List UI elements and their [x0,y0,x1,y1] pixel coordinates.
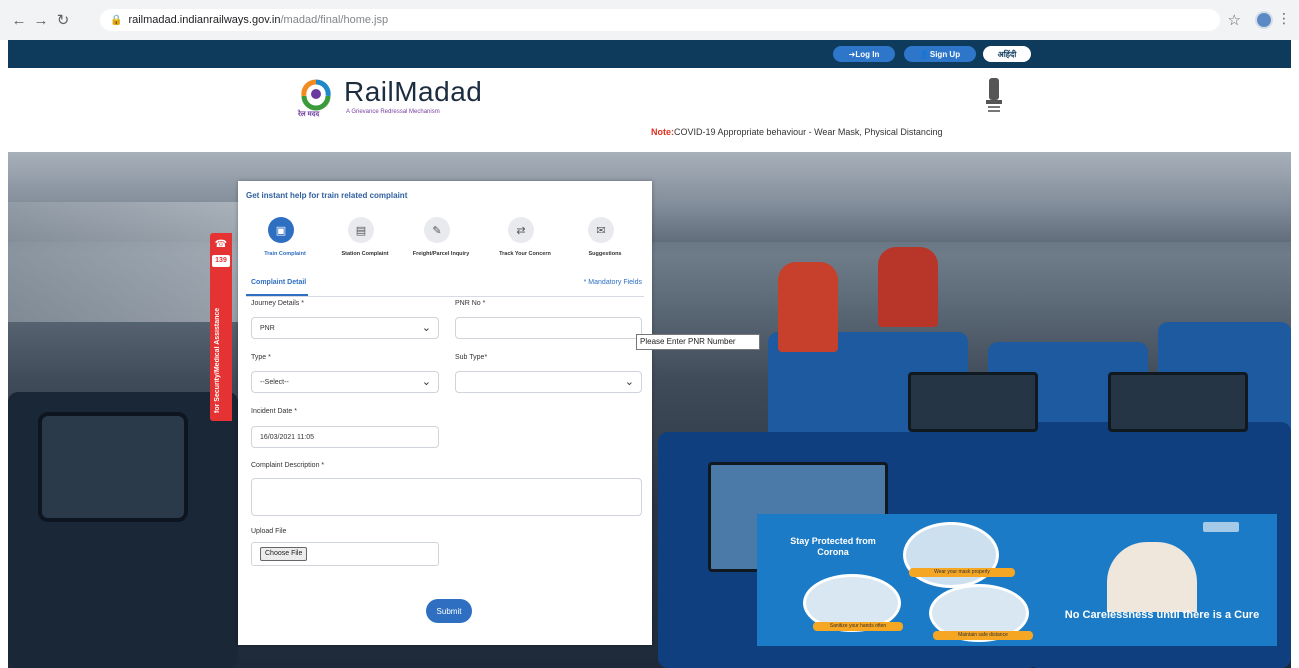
parcel-icon: ✎ [424,217,450,243]
pnr-input[interactable] [455,317,642,339]
note-text: COVID-19 Appropriate behaviour - Wear Ma… [674,127,943,137]
banner-portrait [1107,542,1197,612]
incident-date-input[interactable]: 16/03/2021 11:05 [251,426,439,448]
mask-image [903,522,999,588]
banner-emblem-icon [1203,522,1239,532]
banner-right-text: No Carelessness until there is a Cure [1064,609,1260,621]
complaint-card: Get instant help for train related compl… [238,181,652,645]
phone-icon: ☎ [214,239,228,250]
hindi-label: हिंदी [1003,49,1017,59]
reload-icon[interactable]: ↻ [52,9,74,31]
choose-file-button[interactable]: Choose File [260,547,308,561]
banner-caption: Sanitize your hands often [813,622,903,631]
date-label: Incident Date * [251,408,297,415]
signup-label: Sign Up [929,49,961,59]
banner-caption: Wear your mask properly [909,568,1015,577]
seat-screen [38,412,188,522]
brand-name: RailMadad [344,76,483,107]
passenger [878,247,938,327]
signup-button[interactable]: 👤 Sign Up [904,46,976,62]
subtype-select[interactable] [455,371,642,393]
card-title: Get instant help for train related compl… [246,191,408,200]
subtype-label: Sub Type* [455,354,488,361]
tab-label: Train Complaint [264,251,306,257]
seat-screen [1108,372,1248,432]
covid-awareness-banner[interactable]: Stay Protected from Corona Wear your mas… [757,514,1277,646]
tab-station-complaint[interactable]: ▤ Station Complaint [330,211,400,267]
site-header: रेल मदद RailMadad A Grievance Redressal … [8,68,1291,152]
lock-icon: 🔒 [110,14,123,26]
url-host: railmadad.indianrailways.gov.in [128,14,281,26]
description-textarea[interactable] [251,478,642,516]
back-arrow-icon[interactable]: ← [8,9,30,31]
complaint-tabs: ▣ Train Complaint ▤ Station Complaint ✎ … [238,211,652,297]
browser-toolbar: ← → ↻ 🔒 railmadad.indianrailways.gov.in /… [0,0,1299,40]
tab-label: Track Your Concern [499,251,551,257]
national-emblem-icon [986,78,1002,112]
type-label: Type * [251,354,271,361]
upload-label: Upload File [251,528,287,535]
railmadad-logo-icon [301,79,331,111]
tab-suggestions[interactable]: ✉ Suggestions [570,211,640,267]
login-label: Log In [855,49,880,59]
url-path: /madad/final/home.jsp [280,14,389,26]
logo-hindi-text: रेल मदद [298,111,320,118]
tab-label: Freight/Parcel Inquiry [412,251,470,257]
profile-avatar[interactable] [1255,11,1273,29]
type-select[interactable]: --Select-- [251,371,439,393]
passenger [778,262,838,352]
address-bar[interactable]: 🔒 railmadad.indianrailways.gov.in/madad/… [100,9,1220,31]
tab-label: Suggestions [588,251,622,257]
helpline-side-tab[interactable]: ☎ 139 for Security/Medical Assistance [210,233,232,421]
submit-button[interactable]: Submit [426,599,472,623]
hindi-language-button[interactable]: अ हिंदी [983,46,1031,62]
forward-arrow-icon[interactable]: → [30,9,52,31]
tab-freight-parcel[interactable]: ✎ Freight/Parcel Inquiry [406,211,476,267]
file-upload-box: Choose File [251,542,439,566]
description-label: Complaint Description * [251,462,325,469]
journey-label: Journey Details * [251,300,304,307]
section-title: Complaint Detail [251,279,307,286]
mandatory-note: * Mandatory Fields [583,279,642,286]
brand-tagline: A Grievance Redressal Mechanism [346,109,440,115]
journey-select[interactable]: PNR [251,317,439,339]
date-value: 16/03/2021 11:05 [260,433,314,441]
journey-value: PNR [260,324,275,332]
station-icon: ▤ [348,217,374,243]
top-bar: ➜ Log In 👤 Sign Up अ हिंदी [8,40,1291,68]
tab-label: Station Complaint [341,251,389,257]
tabs-divider [246,296,644,297]
pnr-tooltip: Please Enter PNR Number [636,334,760,350]
helpline-text: for Security/Medical Assistance [214,307,221,413]
type-value: --Select-- [260,378,289,386]
menu-kebab-icon[interactable]: ⋮ [1277,10,1291,27]
suggestion-icon: ✉ [588,217,614,243]
helpline-number: 139 [212,255,230,267]
banner-caption: Maintain safe distance [933,631,1033,640]
bookmark-star-icon[interactable]: ☆ [1228,11,1241,29]
train-icon: ▣ [268,217,294,243]
covid-note: Note:COVID-19 Appropriate behaviour - We… [651,127,942,137]
tab-track-concern[interactable]: ⇄ Track Your Concern [490,211,560,267]
pnr-label: PNR No * [455,300,486,307]
banner-left-text: Stay Protected from Corona [790,536,876,557]
login-button[interactable]: ➜ Log In [833,46,895,62]
seat-screen [908,372,1038,432]
tab-train-complaint[interactable]: ▣ Train Complaint [250,211,320,267]
track-icon: ⇄ [508,217,534,243]
note-label: Note: [651,127,674,137]
